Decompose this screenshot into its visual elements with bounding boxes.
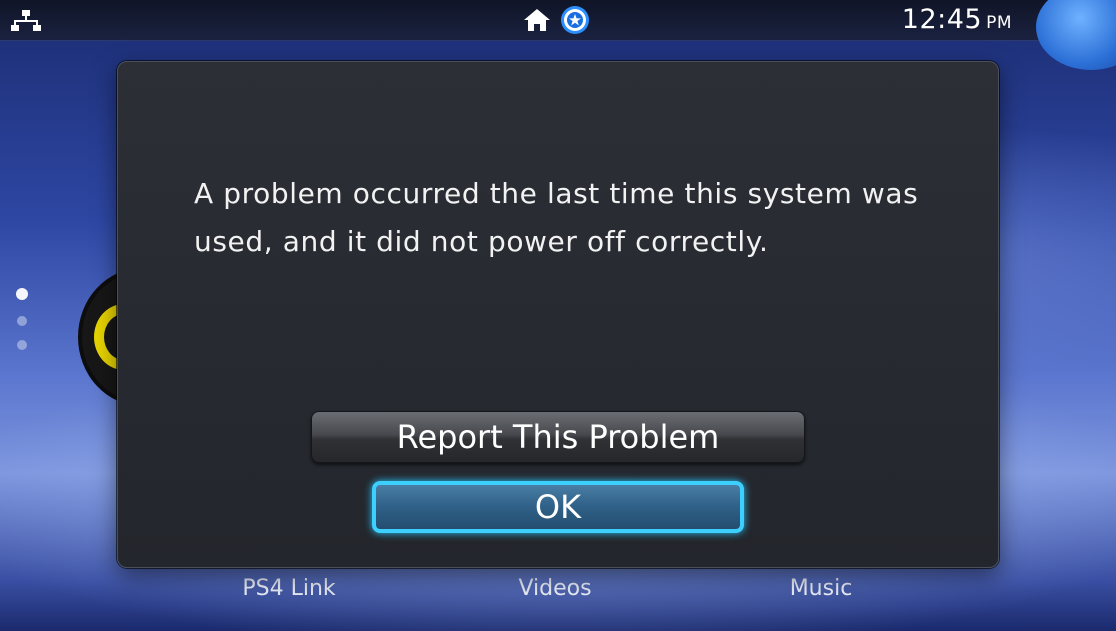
- report-problem-button[interactable]: Report This Problem: [311, 411, 805, 463]
- page-dot: [17, 316, 27, 326]
- home-icon[interactable]: [522, 7, 552, 33]
- app-label-ps4-link[interactable]: PS4 Link: [242, 576, 335, 601]
- network-icon: [11, 10, 41, 31]
- app-label-music[interactable]: Music: [790, 576, 853, 601]
- page-indicator: [14, 288, 30, 358]
- error-dialog: A problem occurred the last time this sy…: [117, 61, 999, 568]
- clock-ampm: PM: [986, 13, 1012, 33]
- home-app-labels: PS4 Link Videos Music: [0, 572, 1116, 612]
- page-dot: [17, 340, 27, 350]
- playstation-plus-icon[interactable]: [560, 5, 590, 35]
- status-bar: 12:45 PM: [0, 0, 1116, 41]
- app-label-videos[interactable]: Videos: [518, 576, 591, 601]
- page-dot-active: [16, 288, 28, 300]
- clock: 12:45 PM: [902, 4, 1012, 35]
- clock-time: 12:45: [901, 4, 983, 35]
- ok-button[interactable]: OK: [372, 481, 744, 533]
- dialog-message: A problem occurred the last time this sy…: [194, 177, 919, 258]
